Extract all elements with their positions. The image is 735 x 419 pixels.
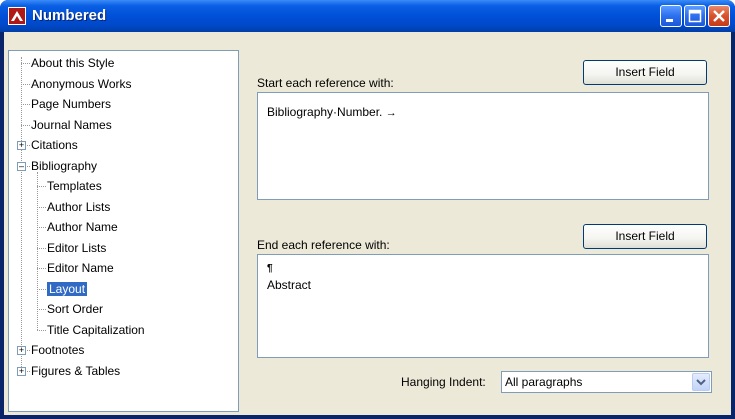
tree-item-label: Citations bbox=[31, 138, 78, 152]
start-reference-text: Bibliography·Number. bbox=[267, 105, 383, 119]
end-reference-label: End each reference with: bbox=[257, 238, 390, 252]
tree-item-label: Author Name bbox=[47, 220, 118, 234]
hanging-indent-value: All paragraphs bbox=[505, 375, 583, 389]
tree-item[interactable]: Author Name bbox=[47, 219, 118, 235]
tab-mark-icon: → bbox=[385, 107, 397, 119]
tree-item[interactable]: Bibliography bbox=[31, 158, 97, 174]
tree-item-label: Title Capitalization bbox=[47, 322, 145, 337]
dialog-window: Numbered About this Style Anonymous Works… bbox=[0, 0, 735, 419]
tree-item-label: Anonymous Works bbox=[31, 76, 132, 91]
minimize-button[interactable] bbox=[660, 5, 682, 27]
maximize-button[interactable] bbox=[684, 5, 706, 27]
start-reference-editor[interactable]: Bibliography·Number. → bbox=[257, 92, 709, 200]
tree-item-label: Sort Order bbox=[47, 302, 104, 316]
tree-item[interactable]: Sort Order bbox=[47, 301, 103, 317]
maximize-icon bbox=[688, 9, 702, 23]
tree-connector-line bbox=[21, 104, 30, 105]
expand-icon[interactable]: + bbox=[17, 366, 26, 376]
tree-item[interactable]: Journal Names bbox=[31, 117, 112, 133]
tree-connector-line bbox=[37, 206, 46, 208]
hanging-indent-select[interactable]: All paragraphs bbox=[501, 371, 712, 393]
tree-item[interactable]: Author Lists bbox=[47, 199, 110, 215]
tree-connector-line bbox=[37, 171, 38, 330]
start-reference-label: Start each reference with: bbox=[257, 76, 394, 90]
tree-connector-line bbox=[37, 247, 46, 249]
tree-item-label: Journal Names bbox=[31, 117, 112, 132]
tree-item-label: About this Style bbox=[31, 56, 115, 70]
tree-connector-line bbox=[37, 268, 46, 269]
hanging-indent-label: Hanging Indent: bbox=[401, 375, 486, 389]
close-button[interactable] bbox=[708, 5, 730, 27]
tree-item-label: Templates bbox=[47, 179, 102, 193]
tree-item[interactable]: Editor Lists bbox=[47, 240, 106, 256]
end-reference-editor[interactable]: ¶ Abstract bbox=[257, 254, 709, 358]
tree-item-label: Footnotes bbox=[31, 343, 85, 357]
tree-item[interactable]: Anonymous Works bbox=[31, 76, 131, 92]
tree-item[interactable]: Page Numbers bbox=[31, 96, 111, 112]
window-title: Numbered bbox=[32, 7, 107, 24]
end-reference-text: Abstract bbox=[267, 278, 312, 292]
layout-panel: Start each reference with: Insert Field … bbox=[245, 50, 728, 412]
tree-connector-line bbox=[37, 227, 46, 228]
style-sections-tree[interactable]: About this Style Anonymous Works Page Numb… bbox=[8, 50, 239, 412]
tree-item-label: Editor Name bbox=[47, 261, 114, 275]
tree-item[interactable]: Templates bbox=[47, 178, 102, 194]
minimize-icon bbox=[666, 19, 673, 22]
tree-item-label: Page Numbers bbox=[31, 97, 112, 111]
tree-connector-line bbox=[37, 288, 46, 290]
tree-item-label: Bibliography bbox=[31, 158, 98, 173]
end-insert-field-button[interactable]: Insert Field bbox=[583, 224, 707, 249]
tree-item-label: Figures & Tables bbox=[31, 363, 121, 378]
tree-connector-line bbox=[37, 329, 46, 331]
tree-item[interactable]: Citations bbox=[31, 137, 78, 153]
tree-item-label: Author Lists bbox=[47, 199, 111, 214]
tree-connector-line bbox=[21, 124, 30, 126]
app-icon[interactable] bbox=[8, 7, 26, 25]
tree-item[interactable]: Editor Name bbox=[47, 260, 114, 276]
tree-item-label: Editor Lists bbox=[47, 240, 107, 255]
expand-icon[interactable]: + bbox=[17, 141, 26, 150]
start-insert-field-button[interactable]: Insert Field bbox=[583, 60, 707, 85]
chevron-down-icon[interactable] bbox=[692, 373, 710, 391]
tree-connector-line bbox=[21, 63, 30, 64]
tree-connector-line bbox=[37, 309, 46, 310]
tree-item-label: Layout bbox=[47, 281, 88, 296]
tree-item[interactable]: Figures & Tables bbox=[31, 363, 120, 379]
tree-item[interactable]: Title Capitalization bbox=[47, 322, 145, 338]
tree-connector-line bbox=[21, 83, 30, 85]
close-icon bbox=[713, 10, 725, 22]
tree-item[interactable]: Footnotes bbox=[31, 342, 84, 358]
tree-item[interactable]: About this Style bbox=[31, 55, 114, 71]
collapse-icon[interactable]: – bbox=[17, 161, 26, 171]
expand-icon[interactable]: + bbox=[17, 346, 26, 355]
pilcrow-icon: ¶ bbox=[267, 263, 273, 274]
tree-item[interactable]: Layout bbox=[47, 281, 88, 297]
dialog-client-area: About this Style Anonymous Works Page Numb… bbox=[4, 32, 731, 415]
tree-connector-line bbox=[37, 186, 46, 187]
title-bar[interactable]: Numbered bbox=[0, 0, 735, 32]
